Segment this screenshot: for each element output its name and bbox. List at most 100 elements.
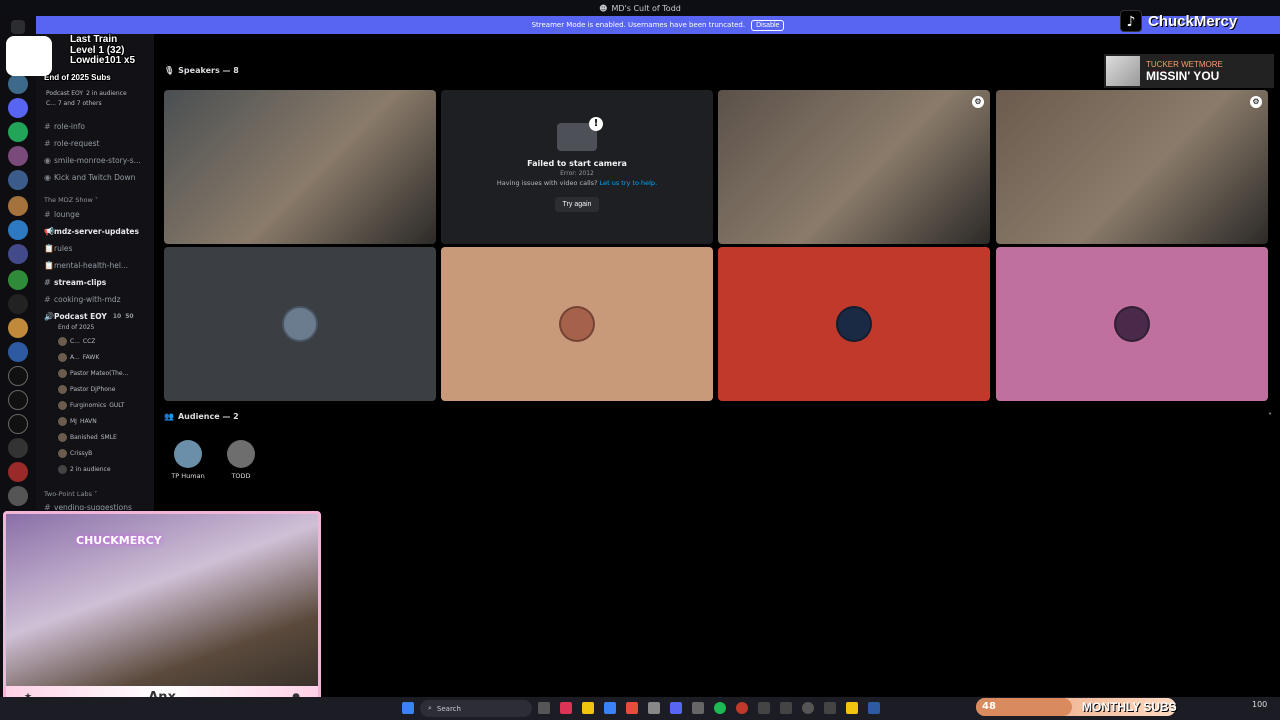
server-icon[interactable] <box>8 462 28 482</box>
channel-smile-monroe[interactable]: ◉ smile-monroe-story-s... <box>44 156 141 165</box>
hash-icon: # <box>44 295 51 304</box>
tile-settings-icon[interactable]: ⚙ <box>1250 96 1262 108</box>
camera-error-tile[interactable]: Failed to start cameraError: 2012Having … <box>441 90 713 244</box>
voice-user[interactable]: Pastor Mateo(The... <box>58 369 128 378</box>
speakers-label: Speakers — 8 <box>178 66 239 75</box>
app-icon[interactable] <box>604 702 616 714</box>
speaker-avatar-tile[interactable] <box>996 247 1268 401</box>
audience-member[interactable]: TODD <box>221 440 261 480</box>
avatar <box>58 385 67 394</box>
app-icon[interactable] <box>560 702 572 714</box>
server-icon[interactable] <box>8 342 28 362</box>
top-voice-name: Podcast EOY <box>46 90 84 97</box>
server-icon[interactable] <box>8 294 28 314</box>
category-two-point-labs[interactable]: Two-Point Labs ˅ <box>44 490 97 498</box>
channel-role-info[interactable]: # role-info <box>44 122 85 131</box>
avatar <box>58 449 67 458</box>
app-icon[interactable] <box>868 702 880 714</box>
folder-icon[interactable] <box>582 702 594 714</box>
speaker-video-tile[interactable] <box>164 90 436 244</box>
voice-channel-podcast[interactable]: 🔊 Podcast EOY 10 50 <box>44 312 134 321</box>
avatar <box>58 433 67 442</box>
server-icon[interactable] <box>8 486 28 506</box>
speaker-avatar-tile[interactable] <box>441 247 713 401</box>
hash-icon: # <box>44 122 51 131</box>
voice-user[interactable]: C... CCZ <box>58 337 95 346</box>
channel-mdz-server-updates[interactable]: 📢 mdz-server-updates <box>44 227 139 236</box>
try-again-button[interactable]: Try again <box>554 196 600 212</box>
top-voice-channel[interactable]: Podcast EOY 2 in audience <box>46 90 127 97</box>
server-icon[interactable] <box>8 438 28 458</box>
windows-start-icon[interactable] <box>402 702 414 714</box>
channel-role-request[interactable]: # role-request <box>44 139 99 148</box>
app-icon[interactable] <box>780 702 792 714</box>
channel-cooking[interactable]: # cooking-with-mdz <box>44 295 121 304</box>
discord-icon[interactable] <box>670 702 682 714</box>
voice-user-name: Pastor DjPhone <box>70 386 116 393</box>
server-icon[interactable] <box>8 414 28 434</box>
voice-user[interactable]: MJ HAVN <box>58 417 97 426</box>
server-icon[interactable] <box>8 98 28 118</box>
voice-user[interactable]: CrissyB <box>58 449 92 458</box>
obs-icon[interactable] <box>802 702 814 714</box>
channel-lounge[interactable]: # lounge <box>44 210 80 219</box>
goal-overlay-sub: End of 2025 Subs <box>44 73 111 82</box>
server-icon[interactable] <box>8 220 28 240</box>
speaker-video-tile[interactable]: ⚙ <box>718 90 990 244</box>
app-icon[interactable] <box>846 702 858 714</box>
song-title: MISSIN' YOU <box>1146 68 1220 83</box>
channel-rules[interactable]: 📋 rules <box>44 244 72 253</box>
server-icon[interactable] <box>8 270 28 290</box>
speaker-avatar-tile[interactable] <box>164 247 436 401</box>
tiktok-handle: ♪ ChuckMercy <box>1120 10 1237 32</box>
voice-channel-label: Podcast EOY <box>54 312 107 321</box>
discord-home-icon[interactable] <box>11 20 25 34</box>
camera-error-code: Error: 2012 <box>560 169 594 177</box>
server-icon[interactable] <box>8 122 28 142</box>
search-icon: ⌕ <box>428 704 432 712</box>
collapse-chevron-icon[interactable]: ˅ <box>1268 412 1272 421</box>
audience-member[interactable]: TP Human <box>168 440 208 480</box>
channel-stream-clips[interactable]: # stream-clips <box>44 278 106 287</box>
voice-user[interactable]: A... FAWK <box>58 353 99 362</box>
goal-line: Last Train <box>70 34 118 45</box>
server-icon[interactable] <box>8 170 28 190</box>
category-mdz-show[interactable]: The MDZ Show ˅ <box>44 196 98 204</box>
server-icon[interactable] <box>8 196 28 216</box>
server-icon[interactable] <box>8 390 28 410</box>
voice-user-badge: CCZ <box>82 338 96 345</box>
speaker-video-tile[interactable]: ⚙ <box>996 90 1268 244</box>
camera-help-link[interactable]: Let us try to help. <box>600 179 658 187</box>
voice-user[interactable]: Pastor DjPhone <box>58 385 115 394</box>
avatar <box>58 417 67 426</box>
channel-mental-health[interactable]: 📋 mental-health-hel... <box>44 261 128 270</box>
server-icon[interactable] <box>8 146 28 166</box>
tile-settings-icon[interactable]: ⚙ <box>972 96 984 108</box>
server-icon[interactable] <box>8 318 28 338</box>
taskbar-search[interactable]: ⌕ Search <box>420 700 532 717</box>
server-icon[interactable] <box>8 244 28 264</box>
channel-label: rules <box>54 244 73 253</box>
avatar <box>58 353 67 362</box>
speaker-avatar-tile[interactable] <box>718 247 990 401</box>
disable-streamer-mode-button[interactable]: Disable <box>751 19 785 31</box>
server-icon[interactable] <box>8 366 28 386</box>
stage-main: 🎙 Speakers — 8 Failed to start cameraErr… <box>154 34 1280 708</box>
app-icon[interactable] <box>538 702 550 714</box>
voice-user[interactable]: Furginomics GULT <box>58 401 124 410</box>
app-icon[interactable] <box>692 702 704 714</box>
voice-user[interactable]: Banished SMLE <box>58 433 117 442</box>
app-icon[interactable] <box>824 702 836 714</box>
channel-vending-suggestions[interactable]: # vending-suggestions <box>44 503 132 510</box>
app-icon[interactable] <box>758 702 770 714</box>
top-voice-sub: 2 in audience <box>86 90 127 97</box>
goal-line: End of 2025 <box>44 73 89 82</box>
camera-error-icon <box>557 116 603 151</box>
channel-kick-twitch[interactable]: ◉ Kick and Twitch Down <box>44 173 135 182</box>
spotify-icon[interactable] <box>714 702 726 714</box>
server-icon[interactable] <box>8 74 28 94</box>
settings-icon[interactable] <box>648 702 660 714</box>
app-icon[interactable] <box>736 702 748 714</box>
avatar <box>58 401 67 410</box>
chrome-icon[interactable] <box>626 702 638 714</box>
